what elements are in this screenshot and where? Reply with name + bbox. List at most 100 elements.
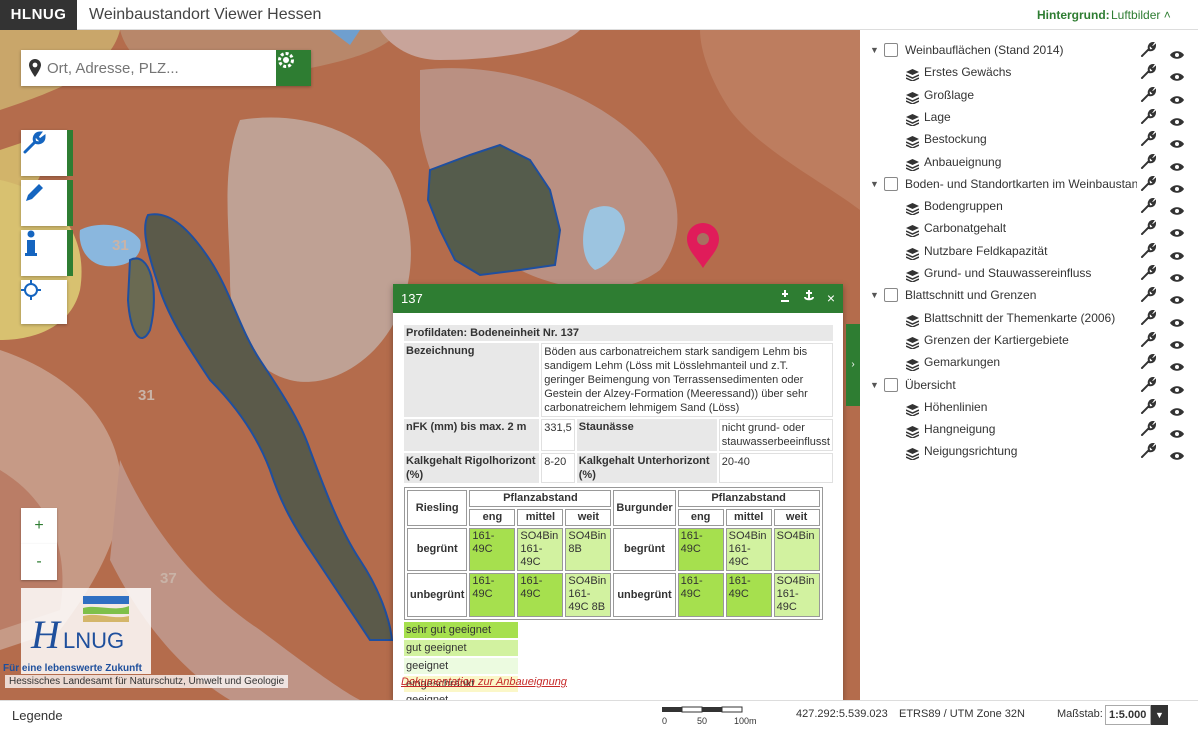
caret-down-icon[interactable]: ▼ [870, 284, 879, 306]
kalk-unter-label: Kalkgehalt Unterhorizont (%) [576, 453, 717, 483]
settings-gear-icon[interactable] [276, 50, 311, 86]
layer-item[interactable]: Grund- und Stauwassereinfluss [860, 262, 1198, 284]
documentation-link[interactable]: Dokumentation zur Anbaueignung [401, 676, 567, 688]
legend-item: gut geeignet [404, 640, 518, 656]
layer-item[interactable]: Blattschnitt der Themenkarte (2006) [860, 307, 1198, 329]
panel-toggle-chevron-icon[interactable]: › [846, 324, 860, 406]
chevron-down-icon[interactable]: ▼ [1151, 705, 1168, 725]
svg-text:H: H [30, 612, 62, 657]
layer-item[interactable]: Lage [860, 106, 1198, 128]
info-button[interactable] [21, 230, 73, 276]
hlnug-logo: H LNUG [21, 588, 151, 674]
map-label: 31 [138, 387, 155, 404]
layer-item-label: Gemarkungen [924, 355, 1001, 370]
coordinate-readout: 427.292:5.539.023 [796, 708, 888, 720]
layer-group-label: Weinbauflächen (Stand 2014) [905, 43, 1064, 57]
layer-item[interactable]: Hangneigung [860, 418, 1198, 440]
group-toggle-icon[interactable] [884, 43, 898, 57]
pflanzabstand-header: Pflanzabstand [677, 490, 820, 507]
grid-cell: SO4Bin 161-49C [725, 528, 772, 571]
layer-group[interactable]: ▼ Blattschnitt und Grenzen [860, 284, 1198, 306]
group-toggle-icon[interactable] [884, 377, 898, 392]
row-label: begrünt [407, 528, 468, 571]
zoom-in-button[interactable]: + [21, 508, 57, 544]
caret-down-icon[interactable]: ▼ [870, 374, 879, 396]
suitability-grid: Riesling Pflanzabstand Burgunder Pflanza… [404, 487, 823, 620]
layer-item[interactable]: Bodengruppen [860, 195, 1198, 217]
nfk-label: nFK (mm) bis max. 2 m [404, 419, 540, 451]
caret-down-icon[interactable]: ▼ [870, 173, 879, 195]
legend-item: sehr gut geeignet [404, 622, 518, 638]
layer-item[interactable]: Anbaueignung [860, 151, 1198, 173]
grid-cell: 161-49C [725, 573, 772, 617]
grid-cell: 161-49C [469, 528, 516, 571]
grid-cell: SO4Bin 8B [565, 528, 612, 571]
col-mittel: mittel [725, 509, 772, 526]
scale-tick: 100m [734, 716, 757, 726]
tools-button[interactable] [21, 130, 73, 176]
locate-button[interactable] [21, 280, 67, 324]
profile-table: Profildaten: Bodeneinheit Nr. 137 Bezeic… [402, 323, 835, 485]
bezeichnung-label: Bezeichnung [404, 343, 540, 417]
svg-text:LNUG: LNUG [63, 628, 124, 653]
search-box [21, 50, 311, 86]
wrench-icon[interactable] [1140, 443, 1157, 466]
legend-toggle[interactable]: Legende [12, 708, 63, 723]
layer-item[interactable]: Carbonatgehalt [860, 217, 1198, 239]
layer-item-label: Lage [924, 109, 951, 124]
col-eng: eng [469, 509, 516, 526]
top-bar: HLNUG Weinbaustandort Viewer Hessen Hint… [0, 0, 1198, 30]
brand-logo[interactable]: HLNUG [0, 0, 77, 30]
search-input[interactable] [47, 50, 275, 86]
map-label: 31 [112, 237, 129, 254]
layer-group[interactable]: ▼ Übersicht [860, 374, 1198, 396]
layer-item[interactable]: Erstes Gewächs [860, 61, 1198, 83]
logo-tagline: Für eine lebenswerte Zukunft [3, 663, 142, 674]
layer-group[interactable]: ▼ Boden- und Standortkarten im Weinbausta… [860, 173, 1198, 195]
layer-item-label: Carbonatgehalt [924, 221, 1007, 236]
col-eng: eng [677, 509, 724, 526]
app-title: Weinbaustandort Viewer Hessen [89, 6, 322, 23]
kalk-rigol-value: 8-20 [541, 453, 575, 483]
group-toggle-icon[interactable] [884, 288, 898, 303]
pin-down-icon[interactable] [779, 284, 791, 313]
grid-cell: 161-49C [517, 573, 564, 617]
layer-item[interactable]: Gemarkungen [860, 351, 1198, 373]
scale-select[interactable]: 1:5.000 [1105, 705, 1151, 725]
layers-icon [905, 445, 920, 467]
layer-item[interactable]: Bestockung [860, 128, 1198, 150]
eye-icon[interactable] [1170, 446, 1184, 468]
layer-item[interactable]: Höhenlinien [860, 396, 1198, 418]
kalk-rigol-label: Kalkgehalt Rigolhorizont (%) [404, 453, 540, 483]
anchor-icon[interactable] [803, 284, 815, 313]
background-label: Hintergrund: [1037, 8, 1110, 22]
draw-button[interactable] [21, 180, 73, 226]
riesling-header: Riesling [407, 490, 468, 526]
caret-down-icon[interactable]: ▼ [870, 39, 879, 61]
layer-item-label: Großlage [924, 87, 975, 102]
layer-item-label: Bodengruppen [924, 199, 1003, 214]
layer-item[interactable]: Nutzbare Feldkapazität [860, 240, 1198, 262]
grid-cell: 161-49C [677, 528, 724, 571]
scale-label: Maßstab: [1057, 708, 1103, 720]
col-weit: weit [565, 509, 612, 526]
layer-item[interactable]: Neigungsrichtung [860, 440, 1198, 462]
group-toggle-icon[interactable] [884, 176, 898, 191]
layer-item-label: Anbaueignung [924, 154, 1002, 169]
grid-cell: SO4Bin 161-49C [517, 528, 564, 571]
layer-item[interactable]: Großlage [860, 84, 1198, 106]
layer-item[interactable]: Grenzen der Kartiergebiete [860, 329, 1198, 351]
background-selector[interactable]: Luftbilder ˄ [1111, 0, 1171, 30]
grid-cell: SO4Bin 161-49C 8B [565, 573, 612, 617]
layer-group[interactable]: ▼ Weinbauflächen (Stand 2014) [860, 39, 1198, 61]
burgunder-header: Burgunder [613, 490, 676, 526]
staunaesse-value: nicht grund- oder stauwasserbeeinflusst [718, 419, 833, 451]
grid-cell: 161-49C [677, 573, 724, 617]
zoom-out-button[interactable]: - [21, 544, 57, 580]
layer-group-label: Boden- und Standortkarten im Weinbaustan… [905, 176, 1137, 191]
scale-tick: 50 [697, 716, 707, 726]
map-label: 37 [160, 570, 177, 587]
row-label: begrünt [613, 528, 676, 571]
layer-item-label: Hangneigung [924, 422, 996, 437]
close-icon[interactable]: × [827, 284, 835, 313]
